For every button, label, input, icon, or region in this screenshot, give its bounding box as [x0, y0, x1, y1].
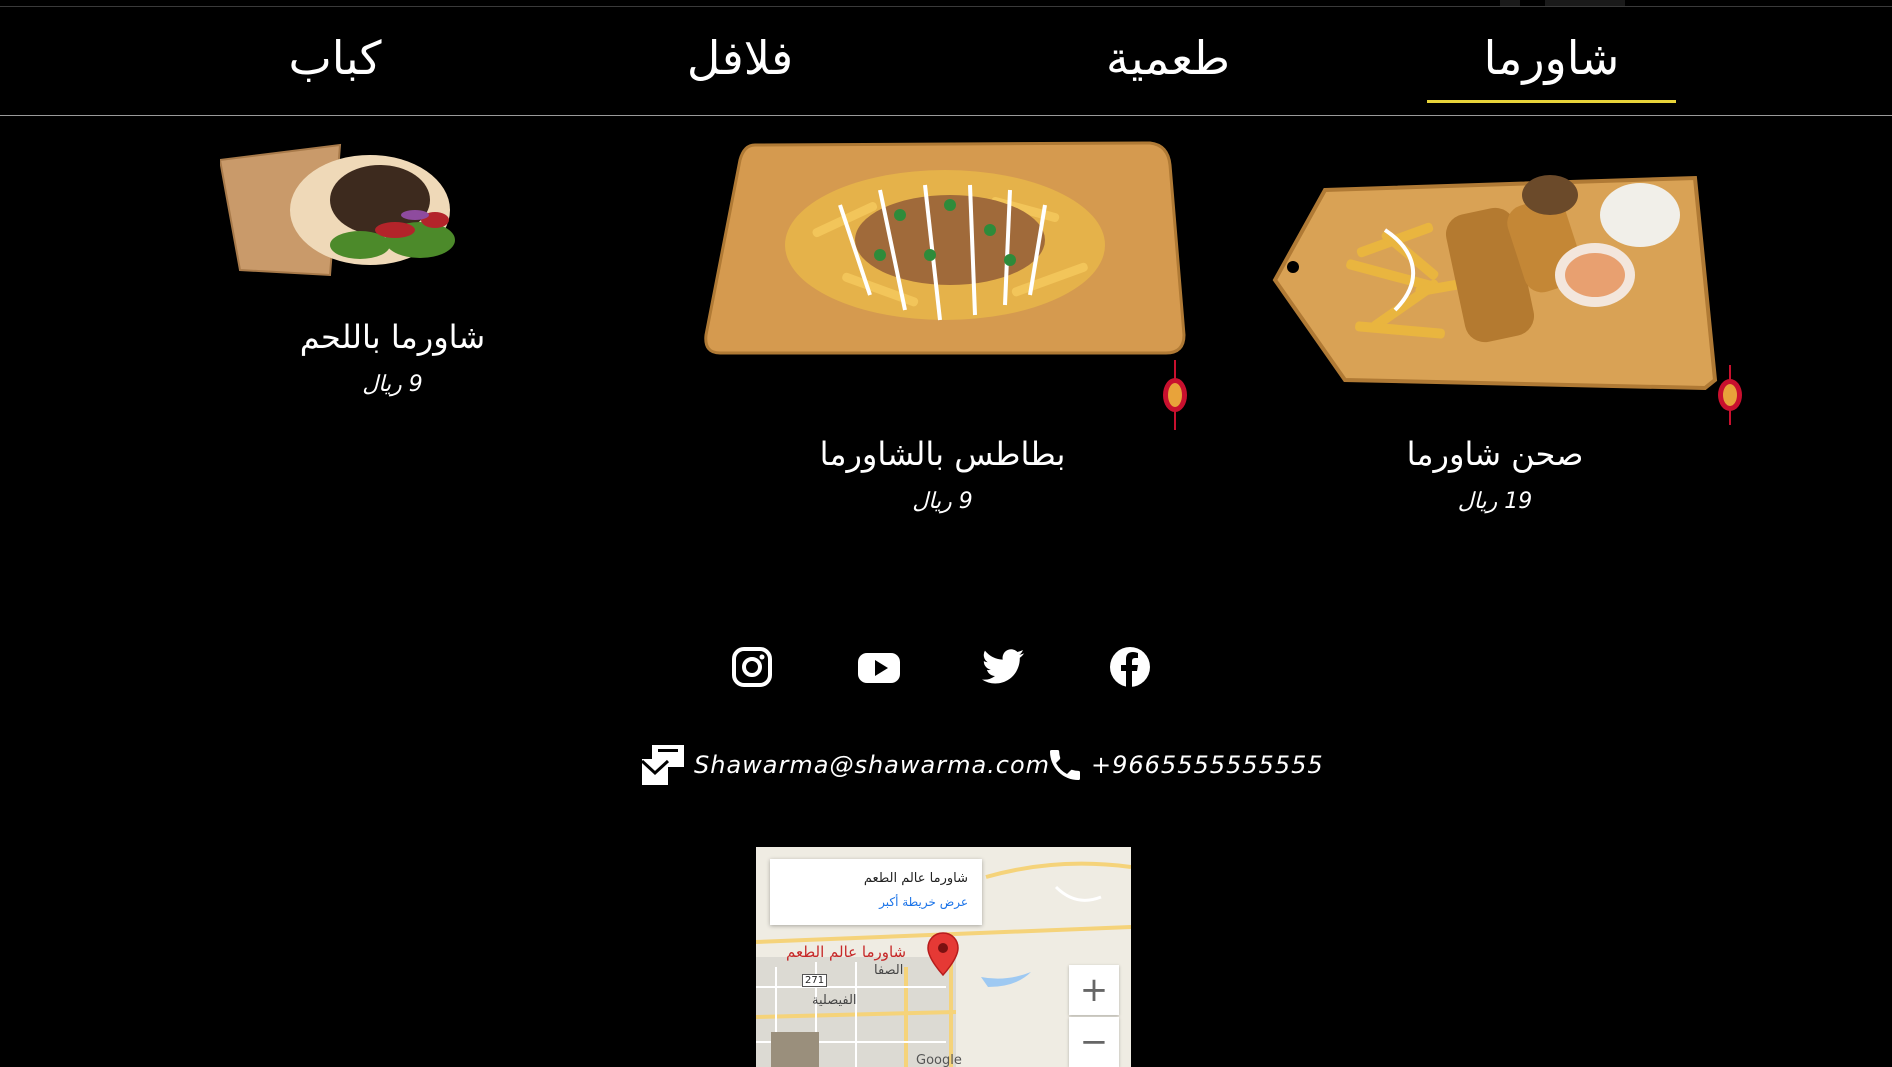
meat-shawarma-wrap-image[interactable] [218, 140, 470, 280]
menu-item-card[interactable]: شاورما باللحم 9 ريال [250, 318, 535, 397]
shawarma-plate-image[interactable] [1265, 140, 1725, 430]
embedded-map[interactable]: شاورما عالم الطعم عرض خريطة أكبر شاورما … [756, 847, 1131, 1067]
contact-info: Shawarma@shawarma.com +9665555555555 [640, 740, 1323, 790]
menu-item-card[interactable]: صحن شاورما 19 ريال [1330, 435, 1660, 514]
phone-icon [1045, 744, 1085, 786]
fries-shawarma-image[interactable] [700, 135, 1190, 360]
top-fragment [1500, 0, 1520, 6]
tabs-divider [0, 115, 1892, 116]
tab-falafel[interactable]: فلافل [620, 10, 860, 105]
twitter-icon[interactable] [982, 645, 1026, 689]
phone-text: +9665555555555 [1091, 751, 1324, 779]
map-marker-icon[interactable] [926, 931, 960, 981]
map-info-window: شاورما عالم الطعم عرض خريطة أكبر [770, 859, 982, 925]
road-shield: 271 [802, 974, 828, 987]
top-fragment [1545, 0, 1625, 6]
email-link[interactable]: Shawarma@shawarma.com [640, 740, 1050, 790]
mail-icon [640, 743, 688, 787]
tab-taamia[interactable]: طعمية [1043, 10, 1293, 105]
map-district-label: الصفا [874, 963, 904, 978]
menu-item-price: 19 ريال [1457, 489, 1533, 514]
menu-item-price: 9 ريال [912, 489, 973, 514]
map-marker-label: شاورما عالم الطعم [786, 943, 907, 961]
tab-shawarma[interactable]: شاورما [1427, 10, 1676, 105]
menu-item-price: 9 ريال [362, 372, 423, 397]
brand-logo-icon [1715, 365, 1745, 425]
instagram-icon[interactable] [730, 645, 774, 689]
zoom-in-button[interactable]: + [1069, 965, 1119, 1015]
menu-item-name: صحن شاورما [1406, 435, 1584, 473]
email-text: Shawarma@shawarma.com [694, 751, 1051, 779]
map-attribution: Google [916, 1053, 962, 1067]
menu-item-card[interactable]: بطاطس بالشاورما 9 ريال [770, 435, 1115, 514]
menu-item-name: شاورما باللحم [299, 318, 486, 356]
phone-link[interactable]: +9665555555555 [1045, 740, 1324, 790]
map-place-name: شاورما عالم الطعم [863, 871, 968, 886]
larger-map-link[interactable]: عرض خريطة أكبر [879, 895, 968, 909]
brand-logo-icon [1160, 360, 1190, 430]
tab-kebab[interactable]: كباب [225, 10, 445, 105]
category-tabs: شاورما طعمية فلافل كباب [0, 10, 1892, 115]
zoom-out-button[interactable]: − [1069, 1017, 1119, 1067]
social-links [730, 645, 1180, 695]
top-border [0, 6, 1892, 7]
map-district-label: الفيصلية [812, 993, 857, 1008]
facebook-icon[interactable] [1108, 645, 1152, 689]
menu-item-name: بطاطس بالشاورما [819, 435, 1066, 473]
youtube-icon[interactable] [857, 645, 901, 689]
